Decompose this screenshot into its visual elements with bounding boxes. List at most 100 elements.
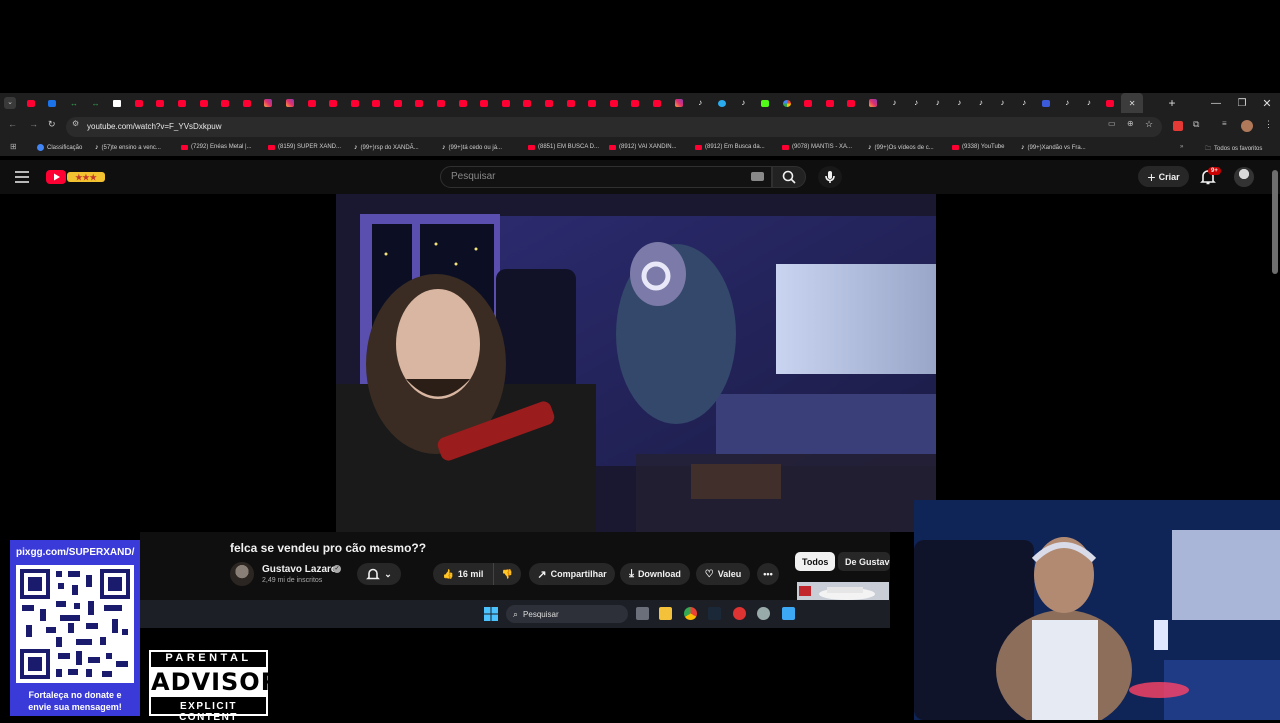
- bookmark-item[interactable]: (9338) YouTube: [952, 144, 1004, 150]
- reload-icon[interactable]: ↻: [48, 119, 56, 130]
- bookmark-item[interactable]: (8851) EM BUSCA D...: [528, 144, 599, 150]
- address-bar[interactable]: [66, 117, 1162, 137]
- browser-tab[interactable]: ♪: [689, 93, 711, 113]
- bookmark-item[interactable]: (9078) MANTIS - XA...: [782, 144, 852, 150]
- tab-search-button[interactable]: ⌄: [0, 93, 20, 113]
- browser-tab[interactable]: [603, 93, 625, 113]
- search-button[interactable]: [772, 166, 806, 188]
- task-view-icon[interactable]: [636, 607, 649, 620]
- browser-tab[interactable]: [279, 93, 301, 113]
- browser-tab[interactable]: [20, 93, 42, 113]
- more-actions-button[interactable]: •••: [757, 563, 779, 585]
- browser-tab[interactable]: [819, 93, 841, 113]
- browser-tab[interactable]: ♪: [1013, 93, 1035, 113]
- hamburger-menu-icon[interactable]: [14, 170, 30, 184]
- channel-avatar[interactable]: [230, 562, 254, 586]
- youtube-logo[interactable]: ★★★: [45, 169, 107, 184]
- app2-taskbar-icon[interactable]: [782, 607, 795, 620]
- chip-de-gustavo[interactable]: De Gustavo: [838, 552, 890, 571]
- browser-tab[interactable]: [538, 93, 560, 113]
- taskbar-search[interactable]: ⌕ Pesquisar: [506, 605, 628, 623]
- profile-avatar[interactable]: [1241, 120, 1253, 132]
- bookmark-item[interactable]: ♪ (99+)rsp do XANDÃ...: [354, 144, 419, 151]
- settings-taskbar-icon[interactable]: [757, 607, 770, 620]
- browser-tab[interactable]: ♪: [1078, 93, 1100, 113]
- keyboard-icon[interactable]: [751, 172, 764, 181]
- minimize-icon[interactable]: —: [1203, 93, 1229, 113]
- site-info-icon[interactable]: ⚙: [72, 119, 79, 128]
- browser-tab[interactable]: [128, 93, 150, 113]
- app-taskbar-icon[interactable]: [733, 607, 746, 620]
- extensions-puzzle-icon[interactable]: ⧉: [1193, 119, 1199, 130]
- browser-tab[interactable]: [711, 93, 733, 113]
- dislike-button[interactable]: 👎: [493, 563, 521, 585]
- chrome-taskbar-icon[interactable]: [684, 607, 697, 620]
- browser-tab[interactable]: [171, 93, 193, 113]
- bookmark-item[interactable]: ♪ (57)te ensino a venc...: [95, 144, 161, 151]
- browser-tab[interactable]: [430, 93, 452, 113]
- apps-grid-icon[interactable]: ⊞: [10, 142, 17, 151]
- bookmark-item[interactable]: (7292) Enéas Metal |...: [181, 144, 252, 150]
- browser-tab[interactable]: ♪: [970, 93, 992, 113]
- install-app-icon[interactable]: ▭: [1108, 119, 1116, 128]
- browser-tab[interactable]: [258, 93, 280, 113]
- browser-tab[interactable]: ↔: [85, 93, 107, 113]
- browser-tab[interactable]: [862, 93, 884, 113]
- browser-tab[interactable]: ♪: [884, 93, 906, 113]
- file-explorer-icon[interactable]: [659, 607, 672, 620]
- bookmarks-folder[interactable]: 🗀 Todos os favoritos: [1205, 144, 1262, 154]
- browser-tab[interactable]: ♪: [949, 93, 971, 113]
- browser-tab[interactable]: [754, 93, 776, 113]
- browser-tab[interactable]: [560, 93, 582, 113]
- page-scrollbar[interactable]: [1272, 170, 1278, 274]
- browser-tab[interactable]: [42, 93, 64, 113]
- bookmark-item[interactable]: ♪ (99+)Xandão vs Fra...: [1021, 144, 1086, 151]
- browser-tab[interactable]: [1100, 93, 1122, 113]
- download-button[interactable]: ⤓ Download: [620, 563, 690, 585]
- browser-tab[interactable]: [841, 93, 863, 113]
- create-button[interactable]: + Criar: [1138, 166, 1189, 187]
- new-tab-icon[interactable]: +: [1159, 93, 1185, 113]
- browser-tab[interactable]: [301, 93, 323, 113]
- chip-todos[interactable]: Todos: [795, 552, 836, 571]
- window-close-icon[interactable]: ✕: [1254, 93, 1280, 113]
- windows-start-icon[interactable]: [484, 607, 498, 621]
- browser-tab[interactable]: [387, 93, 409, 113]
- bookmark-item[interactable]: (8912) VAI XANDIN...: [609, 144, 677, 150]
- share-button[interactable]: ↗ Compartilhar: [529, 563, 615, 585]
- thanks-button[interactable]: ♡ Valeu: [696, 563, 750, 585]
- bookmark-item[interactable]: Classificação: [37, 144, 82, 151]
- zoom-icon[interactable]: ⊕: [1127, 119, 1134, 128]
- browser-tab[interactable]: ♪: [927, 93, 949, 113]
- media-control-icon[interactable]: ≡: [1222, 119, 1227, 128]
- browser-tab[interactable]: [214, 93, 236, 113]
- browser-menu-icon[interactable]: ⋮: [1264, 119, 1273, 130]
- browser-tab[interactable]: [581, 93, 603, 113]
- browser-tab[interactable]: ♪: [905, 93, 927, 113]
- account-avatar[interactable]: [1234, 167, 1254, 187]
- browser-tab[interactable]: [495, 93, 517, 113]
- browser-tab[interactable]: ♪: [992, 93, 1014, 113]
- browser-tab[interactable]: [797, 93, 819, 113]
- browser-tab[interactable]: [150, 93, 172, 113]
- browser-tab[interactable]: [344, 93, 366, 113]
- browser-tab[interactable]: [409, 93, 431, 113]
- browser-tab[interactable]: ✕: [1121, 93, 1143, 113]
- browser-tab[interactable]: [1035, 93, 1057, 113]
- bookmark-item[interactable]: (8912) Em Busca da...: [695, 144, 765, 150]
- bookmark-item[interactable]: ♪ (99+)Os vídeos de c...: [868, 144, 934, 151]
- bookmarks-overflow-icon[interactable]: »: [1180, 144, 1183, 150]
- browser-tab[interactable]: ↔: [63, 93, 85, 113]
- steam-taskbar-icon[interactable]: [708, 607, 721, 620]
- channel-name[interactable]: Gustavo Lazaro: [262, 564, 337, 575]
- forward-icon[interactable]: →: [29, 119, 38, 129]
- voice-search-button[interactable]: [818, 166, 842, 188]
- browser-tab[interactable]: [625, 93, 647, 113]
- browser-tab[interactable]: [106, 93, 128, 113]
- browser-tab[interactable]: [668, 93, 690, 113]
- browser-tab[interactable]: [776, 93, 798, 113]
- bookmark-star-icon[interactable]: ☆: [1145, 119, 1153, 130]
- browser-tab[interactable]: [517, 93, 539, 113]
- maximize-icon[interactable]: ❐: [1229, 93, 1255, 113]
- back-icon[interactable]: ←: [8, 119, 17, 129]
